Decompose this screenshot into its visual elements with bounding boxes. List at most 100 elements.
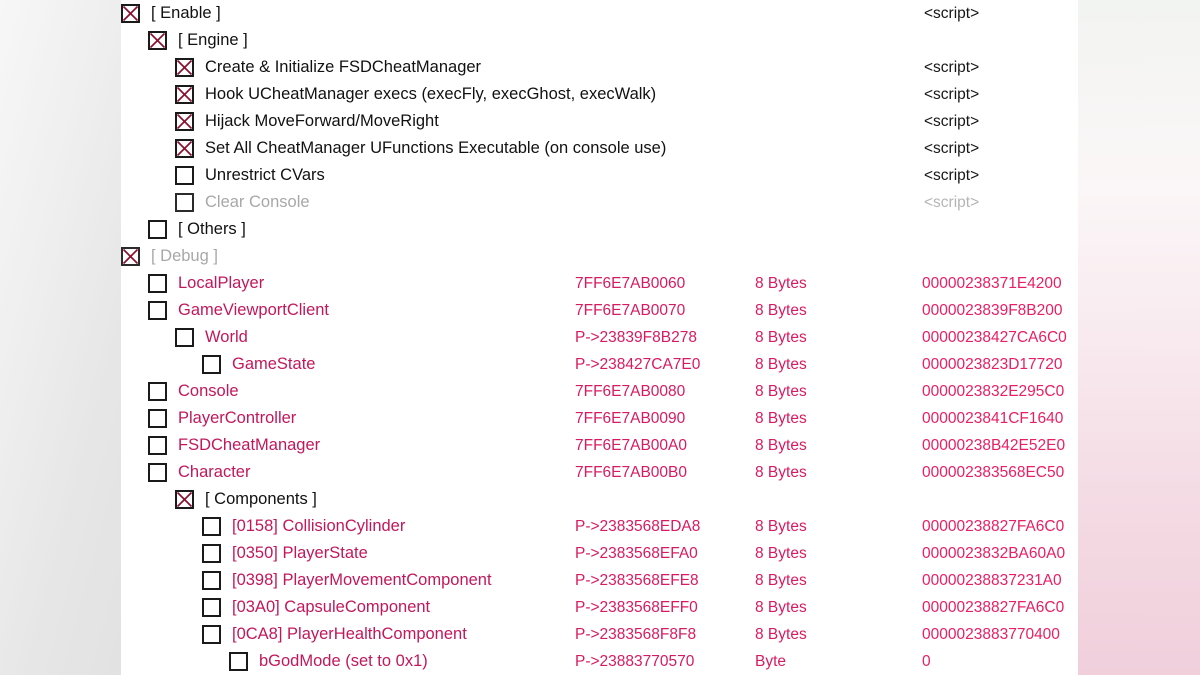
- entry-value[interactable]: 00000238827FA6C0: [922, 594, 1064, 621]
- checkbox-unchecked[interactable]: [148, 409, 167, 428]
- entry-script-marker[interactable]: <script>: [924, 0, 979, 27]
- cheat-table-row[interactable]: PlayerController 7FF6E7AB0090 8 Bytes 00000…: [0, 405, 1200, 432]
- cheat-table-row[interactable]: FSDCheatManager 7FF6E7AB00A0 8 Bytes 000002…: [0, 432, 1200, 459]
- entry-type[interactable]: 8 Bytes: [755, 432, 807, 459]
- cheat-table-row[interactable]: bGodMode (set to 0x1) P->23883770570 Byte 0: [0, 648, 1200, 675]
- checkbox-unchecked[interactable]: [175, 193, 194, 212]
- entry-script-marker[interactable]: <script>: [924, 189, 979, 216]
- checkbox-checked[interactable]: [175, 85, 194, 104]
- cheat-table-row[interactable]: Character 7FF6E7AB00B0 8 Bytes 000002383568…: [0, 459, 1200, 486]
- entry-address[interactable]: P->238427CA7E0: [575, 351, 700, 378]
- checkbox-unchecked[interactable]: [202, 355, 221, 374]
- entry-description[interactable]: Unrestrict CVars: [205, 162, 325, 189]
- entry-description[interactable]: GameViewportClient: [178, 297, 329, 324]
- cheat-table-row[interactable]: GameState P->238427CA7E0 8 Bytes 0000023823…: [0, 351, 1200, 378]
- entry-type[interactable]: 8 Bytes: [755, 405, 807, 432]
- entry-value[interactable]: 0: [922, 648, 931, 675]
- entry-value[interactable]: 00000238427CA6C0: [922, 324, 1067, 351]
- checkbox-unchecked[interactable]: [148, 220, 167, 239]
- entry-address[interactable]: P->23883770570: [575, 648, 694, 675]
- cheat-table-row[interactable]: Set All CheatManager UFunctions Executab…: [0, 135, 1200, 162]
- cheat-table-row[interactable]: [0398] PlayerMovementComponent P->2383568…: [0, 567, 1200, 594]
- entry-value[interactable]: 00000238371E4200: [922, 270, 1062, 297]
- entry-address[interactable]: P->2383568F8F8: [575, 621, 696, 648]
- checkbox-checked[interactable]: [148, 31, 167, 50]
- entry-description[interactable]: [ Debug ]: [151, 243, 218, 270]
- entry-value[interactable]: 0000023883770400: [922, 621, 1060, 648]
- entry-address[interactable]: P->2383568EDA8: [575, 513, 700, 540]
- entry-type[interactable]: 8 Bytes: [755, 270, 807, 297]
- entry-type[interactable]: 8 Bytes: [755, 621, 807, 648]
- entry-type[interactable]: 8 Bytes: [755, 324, 807, 351]
- checkbox-unchecked[interactable]: [148, 301, 167, 320]
- checkbox-unchecked[interactable]: [175, 328, 194, 347]
- entry-script-marker[interactable]: <script>: [924, 108, 979, 135]
- entry-address[interactable]: 7FF6E7AB0080: [575, 378, 685, 405]
- checkbox-unchecked[interactable]: [148, 274, 167, 293]
- cheat-table-row[interactable]: Create & Initialize FSDCheatManager <scri…: [0, 54, 1200, 81]
- entry-description[interactable]: Console: [178, 378, 239, 405]
- cheat-table-row[interactable]: [0158] CollisionCylinder P->2383568EDA8 8 …: [0, 513, 1200, 540]
- entry-type[interactable]: 8 Bytes: [755, 459, 807, 486]
- entry-type[interactable]: 8 Bytes: [755, 513, 807, 540]
- entry-value[interactable]: 00000238827FA6C0: [922, 513, 1064, 540]
- entry-description[interactable]: Hijack MoveForward/MoveRight: [205, 108, 439, 135]
- entry-address[interactable]: 7FF6E7AB00A0: [575, 432, 687, 459]
- entry-value[interactable]: 0000023823D17720: [922, 351, 1063, 378]
- cheat-table-row[interactable]: [ Debug ]: [0, 243, 1200, 270]
- checkbox-unchecked[interactable]: [148, 382, 167, 401]
- cheat-table-row[interactable]: Console 7FF6E7AB0080 8 Bytes 0000023832E295…: [0, 378, 1200, 405]
- checkbox-checked[interactable]: [175, 112, 194, 131]
- entry-type[interactable]: 8 Bytes: [755, 540, 807, 567]
- cheat-table-row[interactable]: [ Components ]: [0, 486, 1200, 513]
- cheat-entry-tree[interactable]: [ Enable ] <script> [ Engine ] Create & Ini…: [0, 0, 1200, 675]
- checkbox-unchecked[interactable]: [202, 625, 221, 644]
- entry-script-marker[interactable]: <script>: [924, 135, 979, 162]
- checkbox-unchecked[interactable]: [175, 166, 194, 185]
- cheat-table-row[interactable]: [0CA8] PlayerHealthComponent P->2383568F8…: [0, 621, 1200, 648]
- entry-script-marker[interactable]: <script>: [924, 162, 979, 189]
- entry-type[interactable]: 8 Bytes: [755, 351, 807, 378]
- entry-value[interactable]: 0000023841CF1640: [922, 405, 1063, 432]
- entry-description[interactable]: GameState: [232, 351, 315, 378]
- entry-description[interactable]: [ Components ]: [205, 486, 317, 513]
- checkbox-unchecked[interactable]: [202, 544, 221, 563]
- entry-description[interactable]: Create & Initialize FSDCheatManager: [205, 54, 481, 81]
- entry-address[interactable]: P->2383568EFF0: [575, 594, 698, 621]
- cheat-table-row[interactable]: World P->23839F8B278 8 Bytes 00000238427CA6…: [0, 324, 1200, 351]
- entry-value[interactable]: 000002383568EC50: [922, 459, 1064, 486]
- entry-address[interactable]: 7FF6E7AB0090: [575, 405, 685, 432]
- entry-description[interactable]: [03A0] CapsuleComponent: [232, 594, 430, 621]
- entry-description[interactable]: World: [205, 324, 248, 351]
- cheat-table-row[interactable]: Unrestrict CVars <script>: [0, 162, 1200, 189]
- entry-script-marker[interactable]: <script>: [924, 81, 979, 108]
- entry-description[interactable]: bGodMode (set to 0x1): [259, 648, 428, 675]
- entry-value[interactable]: 00000238B42E52E0: [922, 432, 1065, 459]
- entry-script-marker[interactable]: <script>: [924, 54, 979, 81]
- entry-description[interactable]: Hook UCheatManager execs (execFly, execG…: [205, 81, 656, 108]
- cheat-table-row[interactable]: [ Others ]: [0, 216, 1200, 243]
- entry-value[interactable]: 0000023839F8B200: [922, 297, 1063, 324]
- entry-description[interactable]: Character: [178, 459, 250, 486]
- cheat-table-row[interactable]: Clear Console <script>: [0, 189, 1200, 216]
- checkbox-checked[interactable]: [175, 139, 194, 158]
- entry-address[interactable]: P->2383568EFA0: [575, 540, 698, 567]
- entry-description[interactable]: Set All CheatManager UFunctions Executab…: [205, 135, 666, 162]
- entry-description[interactable]: [ Enable ]: [151, 0, 221, 27]
- entry-description[interactable]: LocalPlayer: [178, 270, 264, 297]
- entry-value[interactable]: 00000238837231A0: [922, 567, 1062, 594]
- checkbox-unchecked[interactable]: [202, 571, 221, 590]
- entry-description[interactable]: [0CA8] PlayerHealthComponent: [232, 621, 467, 648]
- entry-description[interactable]: [0350] PlayerState: [232, 540, 368, 567]
- checkbox-unchecked[interactable]: [202, 517, 221, 536]
- entry-description[interactable]: Clear Console: [205, 189, 310, 216]
- entry-type[interactable]: Byte: [755, 648, 786, 675]
- entry-address[interactable]: 7FF6E7AB00B0: [575, 459, 687, 486]
- checkbox-unchecked[interactable]: [229, 652, 248, 671]
- entry-type[interactable]: 8 Bytes: [755, 567, 807, 594]
- entry-type[interactable]: 8 Bytes: [755, 594, 807, 621]
- entry-description[interactable]: [0398] PlayerMovementComponent: [232, 567, 492, 594]
- checkbox-checked[interactable]: [121, 4, 140, 23]
- entry-description[interactable]: [ Engine ]: [178, 27, 248, 54]
- checkbox-checked[interactable]: [175, 490, 194, 509]
